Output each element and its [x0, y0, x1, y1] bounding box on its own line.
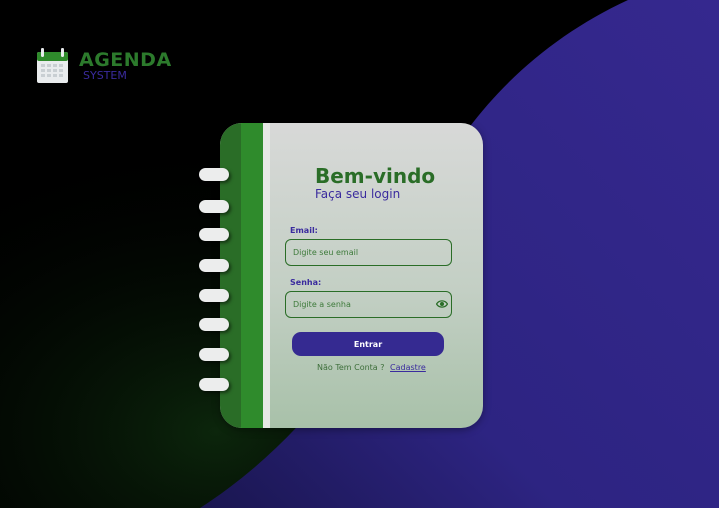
brand-title: AGENDA	[79, 49, 172, 71]
signup-link[interactable]: Cadastre	[390, 363, 426, 372]
ring-icon	[199, 200, 229, 213]
email-label: Email:	[290, 226, 318, 235]
ring-icon	[199, 348, 229, 361]
login-subheading: Faça seu login	[315, 187, 401, 201]
welcome-heading: Bem-vindo	[315, 164, 436, 188]
ring-icon	[199, 228, 229, 241]
email-field[interactable]	[285, 239, 452, 266]
notebook-spine-light	[241, 123, 263, 428]
ring-icon	[199, 289, 229, 302]
ring-icon	[199, 168, 229, 181]
notebook-page-edge	[263, 123, 270, 428]
ring-icon	[199, 378, 229, 391]
signup-prompt: Não Tem Conta ? Cadastre	[317, 363, 426, 372]
no-account-text: Não Tem Conta ?	[317, 363, 385, 372]
password-field[interactable]	[285, 291, 452, 318]
brand-logo: AGENDA SYSTEM	[37, 46, 172, 84]
brand-subtitle: SYSTEM	[83, 69, 127, 82]
eye-icon[interactable]	[436, 299, 448, 309]
calendar-icon	[37, 48, 68, 83]
ring-icon	[199, 259, 229, 272]
ring-icon	[199, 318, 229, 331]
login-button[interactable]: Entrar	[292, 332, 444, 356]
password-label: Senha:	[290, 278, 322, 287]
